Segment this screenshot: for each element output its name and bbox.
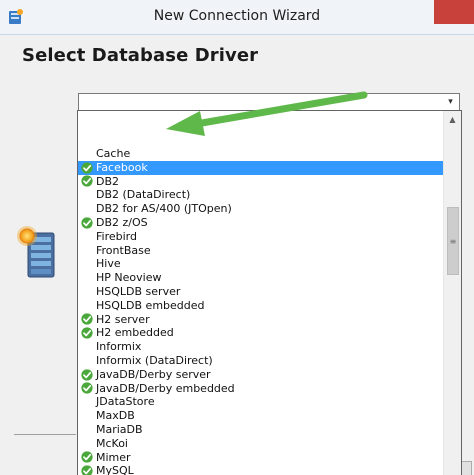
close-button[interactable]: [434, 0, 474, 24]
driver-list-item[interactable]: H2 server: [78, 313, 443, 327]
wizard-window: New Connection Wizard Select Database Dr…: [0, 0, 474, 475]
driver-list-item[interactable]: HSQLDB server: [78, 285, 443, 299]
check-icon: [81, 369, 93, 381]
database-driver-icon: [17, 226, 55, 278]
driver-list-item-label: FrontBase: [96, 243, 151, 257]
driver-list-item-label: HP Neoview: [96, 271, 162, 285]
driver-list-item[interactable]: FrontBase: [78, 244, 443, 258]
driver-list-item[interactable]: HSQLDB embedded: [78, 299, 443, 313]
driver-list-item[interactable]: JDataStore: [78, 395, 443, 409]
driver-list-item-label: Firebird: [96, 229, 137, 243]
driver-list-item-label: DB2 for AS/400 (JTOpen): [96, 202, 232, 216]
scroll-up-arrow-icon[interactable]: ▲: [444, 111, 461, 128]
driver-list-item-label: DB2 z/OS: [96, 216, 148, 229]
driver-list-item-label: DB2: [96, 174, 120, 188]
driver-list-item[interactable]: DB2 (DataDirect): [78, 188, 443, 202]
driver-list-item[interactable]: MariaDB: [78, 423, 443, 437]
driver-list-item-label: JavaDB/Derby embedded: [96, 381, 235, 395]
driver-list-item-label: H2 server: [96, 312, 150, 326]
driver-list-item[interactable]: Cache: [78, 147, 443, 161]
check-icon: [81, 217, 93, 229]
driver-list-item-label: Facebook: [96, 160, 148, 174]
chevron-down-icon[interactable]: ▾: [442, 94, 459, 110]
check-icon: [81, 382, 93, 395]
driver-list-item[interactable]: DB2 for AS/400 (JTOpen): [78, 202, 443, 216]
driver-list-item-label: DB2 (DataDirect): [96, 188, 191, 202]
check-icon: [81, 465, 93, 475]
driver-list-item-label: MaxDB: [96, 409, 135, 423]
driver-list-item[interactable]: H2 embedded: [78, 326, 443, 340]
driver-list-item-label: H2 embedded: [96, 326, 174, 340]
driver-list-item-label: Informix (DataDirect): [96, 354, 213, 367]
page-title: Select Database Driver: [22, 45, 259, 66]
driver-list-item[interactable]: JavaDB/Derby server: [78, 368, 443, 382]
scroll-thumb[interactable]: ≡: [447, 207, 459, 275]
driver-list-item[interactable]: Firebird: [78, 230, 443, 244]
driver-list-item-label: JavaDB/Derby server: [96, 367, 211, 381]
check-icon: [81, 175, 93, 188]
driver-list-item[interactable]: HP Neoview: [78, 271, 443, 285]
driver-list-item-label: JDataStore: [96, 395, 155, 409]
driver-list-item[interactable]: MySQL: [78, 464, 443, 475]
separator-line: [14, 434, 76, 435]
check-icon: [81, 162, 93, 174]
driver-list-item[interactable]: Mimer: [78, 451, 443, 465]
driver-list-item[interactable]: MaxDB: [78, 409, 443, 423]
title-bar[interactable]: New Connection Wizard: [0, 0, 474, 35]
check-icon: [81, 451, 93, 464]
driver-list-item-label: MariaDB: [96, 423, 143, 436]
driver-list-item[interactable]: JavaDB/Derby embedded: [78, 382, 443, 396]
driver-list-item-label: HSQLDB embedded: [96, 298, 205, 312]
driver-list-item[interactable]: Facebook: [78, 160, 443, 175]
driver-list-item-label: HSQLDB server: [96, 285, 181, 298]
driver-combobox[interactable]: ▾: [78, 93, 460, 111]
driver-list-item[interactable]: McKoi: [78, 437, 443, 451]
dropdown-scrollbar[interactable]: ▲ ≡ ▼: [443, 111, 461, 475]
driver-list-item[interactable]: Informix: [78, 340, 443, 354]
driver-list-item-label: Informix: [96, 340, 142, 354]
driver-list-item-label: Cache: [96, 147, 131, 160]
check-icon: [81, 313, 93, 326]
driver-list-item-label: Mimer: [96, 450, 131, 464]
driver-dropdown-list[interactable]: Cache Facebook DB2 DB2 (DataDirect) DB2 for …: [77, 110, 462, 475]
driver-list-item-label: McKoi: [96, 436, 128, 450]
driver-list-item-label: Hive: [96, 257, 121, 271]
window-title: New Connection Wizard: [153, 8, 321, 24]
wizard-content: Select Database Driver ▾ Cache Facebook …: [0, 35, 474, 475]
driver-list-item-label: MySQL: [96, 464, 134, 475]
driver-list-item[interactable]: DB2: [78, 175, 443, 189]
driver-list-item[interactable]: Hive: [78, 257, 443, 271]
driver-list-item[interactable]: Informix (DataDirect): [78, 354, 443, 368]
driver-list-item[interactable]: DB2 z/OS: [78, 216, 443, 230]
check-icon: [81, 327, 93, 339]
